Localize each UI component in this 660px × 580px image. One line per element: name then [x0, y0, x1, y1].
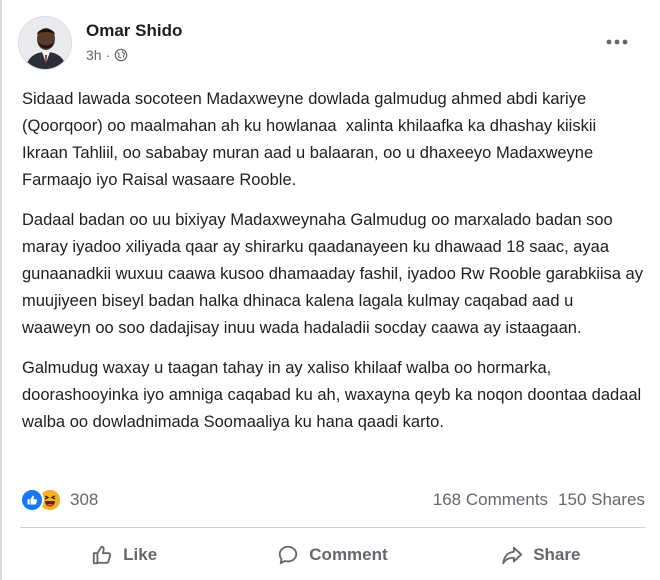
profile-photo	[19, 17, 71, 69]
avatar[interactable]	[18, 16, 72, 70]
comments-count-link[interactable]: 168 Comments	[433, 490, 548, 510]
comment-bubble-icon	[279, 545, 298, 565]
facebook-post: Omar Shido 3h · Sidaad lawada socoteen M…	[0, 0, 660, 580]
globe-icon[interactable]	[114, 48, 128, 62]
comment-label: Comment	[309, 545, 388, 564]
post-body: Sidaad lawada socoteen Madaxweyne dowlad…	[22, 86, 646, 449]
divider	[20, 527, 645, 528]
comment-button[interactable]: Comment	[228, 535, 436, 575]
post-timestamp[interactable]: 3h	[86, 47, 102, 63]
like-reaction-icon	[20, 488, 44, 512]
like-button[interactable]: Like	[20, 535, 228, 575]
author-name[interactable]: Omar Shido	[86, 20, 182, 42]
more-options-icon[interactable]	[602, 30, 632, 54]
reactions-summary[interactable]: 308	[20, 488, 98, 512]
post-actions: Like Comment Share	[20, 535, 645, 575]
share-button[interactable]: Share	[437, 535, 645, 575]
post-stats: 308 168 Comments 150 Shares	[20, 485, 645, 515]
shares-count-link[interactable]: 150 Shares	[558, 490, 645, 510]
reaction-count: 308	[70, 490, 99, 509]
meta-separator: ·	[105, 47, 111, 63]
thumbs-up-icon	[92, 545, 112, 565]
share-label: Share	[533, 545, 581, 564]
post-paragraph: Sidaad lawada socoteen Madaxweyne dowlad…	[22, 90, 606, 189]
post-paragraph: Galmudug waxay u taagan tahay in ay xali…	[22, 359, 646, 431]
like-label: Like	[123, 545, 158, 564]
post-paragraph: Dadaal badan oo uu bixiyay Madaxweynaha …	[22, 211, 648, 337]
post-header: Omar Shido 3h ·	[18, 16, 182, 70]
share-arrow-icon	[502, 546, 523, 565]
